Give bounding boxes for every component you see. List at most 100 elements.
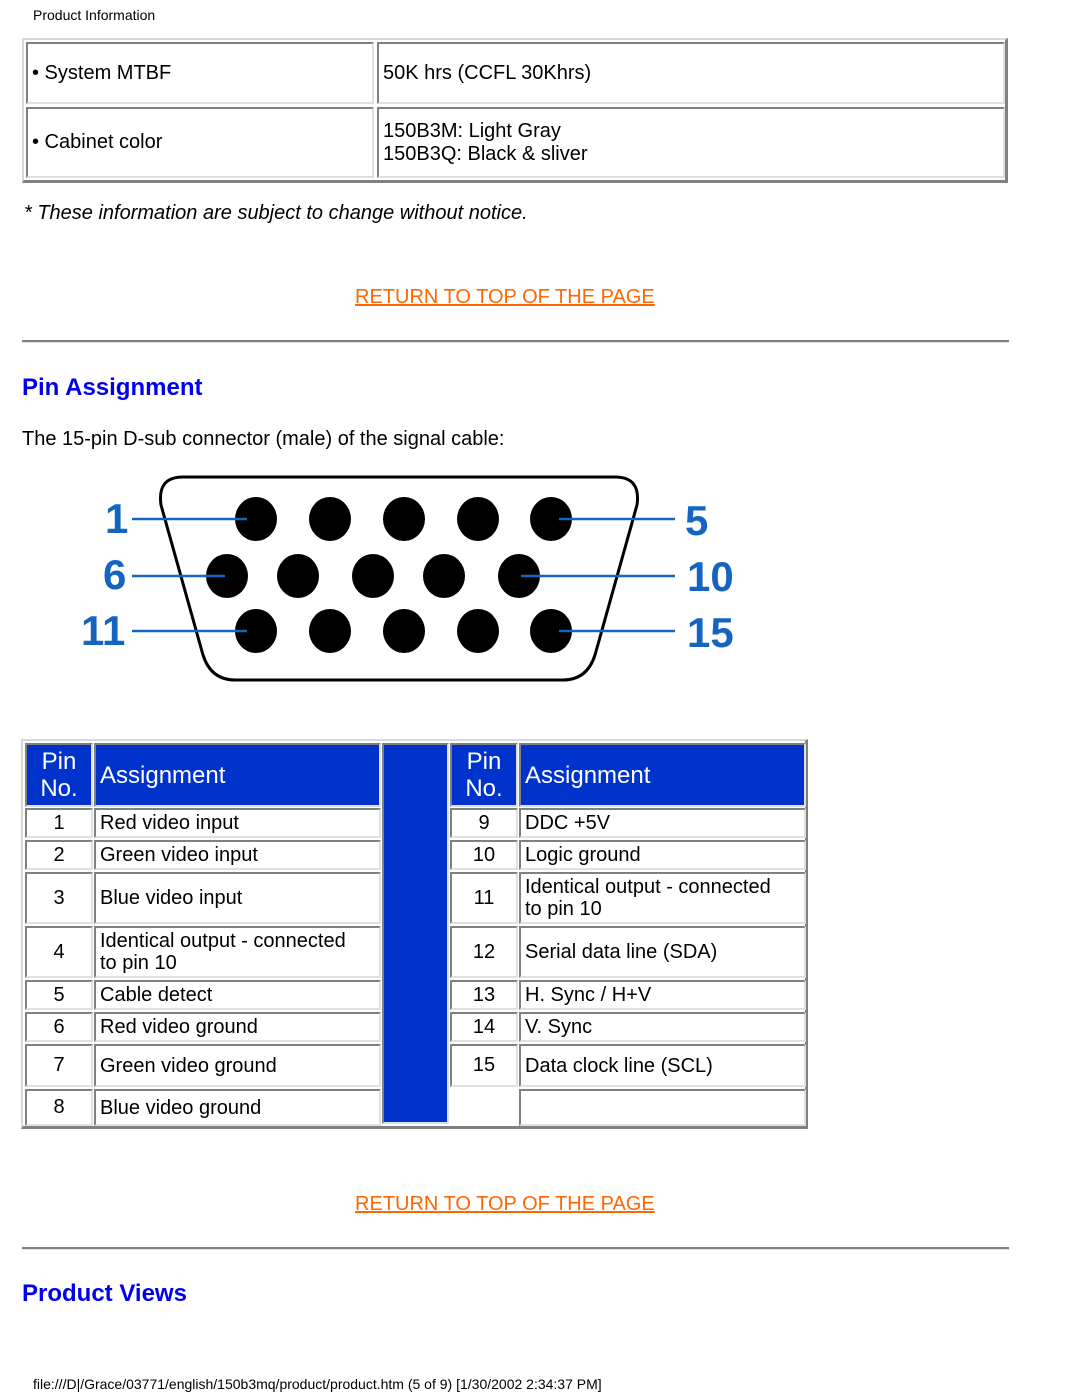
pin-assignment-cell: Blue video ground: [94, 1089, 381, 1126]
pin-assignment-cell: H. Sync / H+V: [519, 980, 806, 1010]
pin-assignment-line: Blue video ground: [100, 1096, 262, 1119]
pin-assignment-line: Red video ground: [100, 1016, 258, 1038]
page-header-title: Product Information: [33, 7, 156, 23]
header-no-line: No.: [40, 775, 78, 802]
pin-assignment-cell: Data clock line (SCL): [519, 1044, 806, 1087]
pin-number: 2: [53, 843, 65, 866]
connector-pin-2: [309, 497, 351, 541]
spec-value-line: 150B3Q: Black & sliver: [383, 142, 588, 165]
pin-number: 12: [472, 940, 496, 963]
pin-number-cell: 8: [25, 1089, 93, 1126]
diagram-label-1: 1: [105, 495, 128, 542]
diagram-label-15: 15: [687, 609, 734, 656]
pin-assignment-line: Red video input: [100, 812, 239, 834]
pin-number: 14: [472, 1015, 496, 1038]
pin-number-cell: 11: [450, 872, 518, 924]
spec-label: • System MTBF: [32, 61, 172, 84]
divider: [22, 340, 1009, 343]
header-assignment: Assignment: [519, 743, 806, 807]
pin-number-cell: 12: [450, 926, 518, 978]
connector-pin-3: [383, 497, 425, 541]
pin-assignment-text: Cable detect: [100, 984, 212, 1006]
pin-assignment-text: Green video input: [100, 844, 258, 866]
header-no-line: No.: [465, 775, 503, 802]
pin-number-cell: 5: [25, 980, 93, 1010]
header-pin-no: Pin No.: [450, 743, 518, 807]
divider: [22, 1247, 1009, 1250]
pin-assignment-cell: [519, 1089, 806, 1126]
pin-number: 6: [53, 1015, 65, 1038]
pin-number-cell: 10: [450, 840, 518, 870]
pin-assignment-text: Red video input: [100, 812, 239, 834]
header-pin-no-label: Pin No.: [465, 748, 502, 802]
pin-assignment-text: Logic ground: [525, 844, 641, 866]
connector-pin-12: [309, 609, 351, 653]
pin-assignment-cell: V. Sync: [519, 1012, 806, 1042]
header-assignment: Assignment: [94, 743, 381, 807]
pin-assignment-line: DDC +5V: [525, 812, 611, 834]
pin-assignment-line: Logic ground: [525, 844, 641, 866]
pin-assignment-text: H. Sync / H+V: [525, 984, 651, 1006]
pin-assignment-cell: DDC +5V: [519, 808, 806, 838]
pin-assignment-cell: Red video input: [94, 808, 381, 838]
pin-number-cell: 14: [450, 1012, 518, 1042]
header-pin-line: Pin: [466, 748, 502, 775]
pin-number-cell: 3: [25, 872, 93, 924]
pin-assignment-text: Blue video input: [100, 887, 242, 909]
pin-assignment-line: Green video ground: [100, 1054, 277, 1077]
spec-value-cell: 50K hrs (CCFL 30Khrs): [377, 42, 1005, 104]
pin-number: 5: [53, 983, 65, 1006]
pin-number: 13: [472, 983, 496, 1006]
pin-number: 4: [53, 940, 65, 963]
pin-number-cell: 6: [25, 1012, 93, 1042]
pin-assignment-cell: Serial data line (SDA): [519, 926, 806, 978]
table-spacer-column: [382, 743, 449, 1124]
pin-number-cell: 7: [25, 1044, 93, 1087]
diagram-label-11: 11: [81, 607, 125, 654]
return-to-top-link[interactable]: RETURN TO TOP OF THE PAGE: [355, 1193, 655, 1216]
file-path-footer: file:///D|/Grace/03771/english/150b3mq/p…: [33, 1376, 602, 1392]
pin-assignment-line: V. Sync: [525, 1016, 593, 1038]
diagram-label-5: 5: [685, 497, 708, 544]
pin-assignment-text: Data clock line (SCL): [525, 1055, 713, 1077]
pin-assignment-heading: Pin Assignment: [22, 374, 203, 401]
pin-assignment-cell: Cable detect: [94, 980, 381, 1010]
header-pin-no: Pin No.: [25, 743, 93, 807]
pin-assignment-cell: Identical output - connected to pin 10: [519, 872, 806, 924]
pin-assignment-text: Serial data line (SDA): [525, 941, 717, 963]
pin-assignment-cell: Identical output - connected to pin 10: [94, 926, 381, 978]
pin-number: 10: [472, 843, 496, 866]
pin-assignment-line: Serial data line (SDA): [525, 941, 718, 963]
pin-assignment-line: H. Sync / H+V: [525, 984, 652, 1006]
pin-assignment-text: Identical output - connected to pin 10: [525, 876, 771, 920]
return-to-top-link[interactable]: RETURN TO TOP OF THE PAGE: [355, 286, 655, 309]
pin-assignment-line: Cable detect: [100, 984, 213, 1006]
connector-pin-9: [423, 554, 465, 598]
pin-number-cell: 2: [25, 840, 93, 870]
spec-table: • System MTBF 50K hrs (CCFL 30Khrs) • Ca…: [22, 38, 1008, 183]
disclaimer-note: * These information are subject to chang…: [24, 202, 528, 224]
pin-number-cell: 4: [25, 926, 93, 978]
pin-number: 8: [53, 1096, 65, 1118]
pin-assignment-cell: Red video ground: [94, 1012, 381, 1042]
connector-pin-13: [383, 609, 425, 653]
connector-pin-4: [457, 497, 499, 541]
diagram-label-6: 6: [103, 551, 126, 598]
product-views-heading: Product Views: [22, 1280, 187, 1307]
pin-assignment-cell: Logic ground: [519, 840, 806, 870]
pin-assignment-text: V. Sync: [525, 1016, 592, 1038]
pin-number-cell: 15: [450, 1044, 518, 1087]
pin-number-cell: 13: [450, 980, 518, 1010]
diagram-label-10: 10: [687, 553, 734, 600]
pin-assignment-text: DDC +5V: [525, 812, 610, 834]
pin-number: 15: [472, 1054, 496, 1076]
pin-assignment-text: Green video ground: [100, 1055, 277, 1077]
pin-number: 9: [478, 811, 490, 834]
spec-label-cell: • Cabinet color: [26, 107, 374, 178]
connector-pin-7: [277, 554, 319, 598]
connector-pin-14: [457, 609, 499, 653]
pin-assignment-text: Blue video ground: [100, 1097, 261, 1119]
header-assignment-label: Assignment: [525, 761, 651, 789]
pin-number: 11: [473, 886, 495, 909]
pin-description: The 15-pin D-sub connector (male) of the…: [22, 428, 505, 450]
